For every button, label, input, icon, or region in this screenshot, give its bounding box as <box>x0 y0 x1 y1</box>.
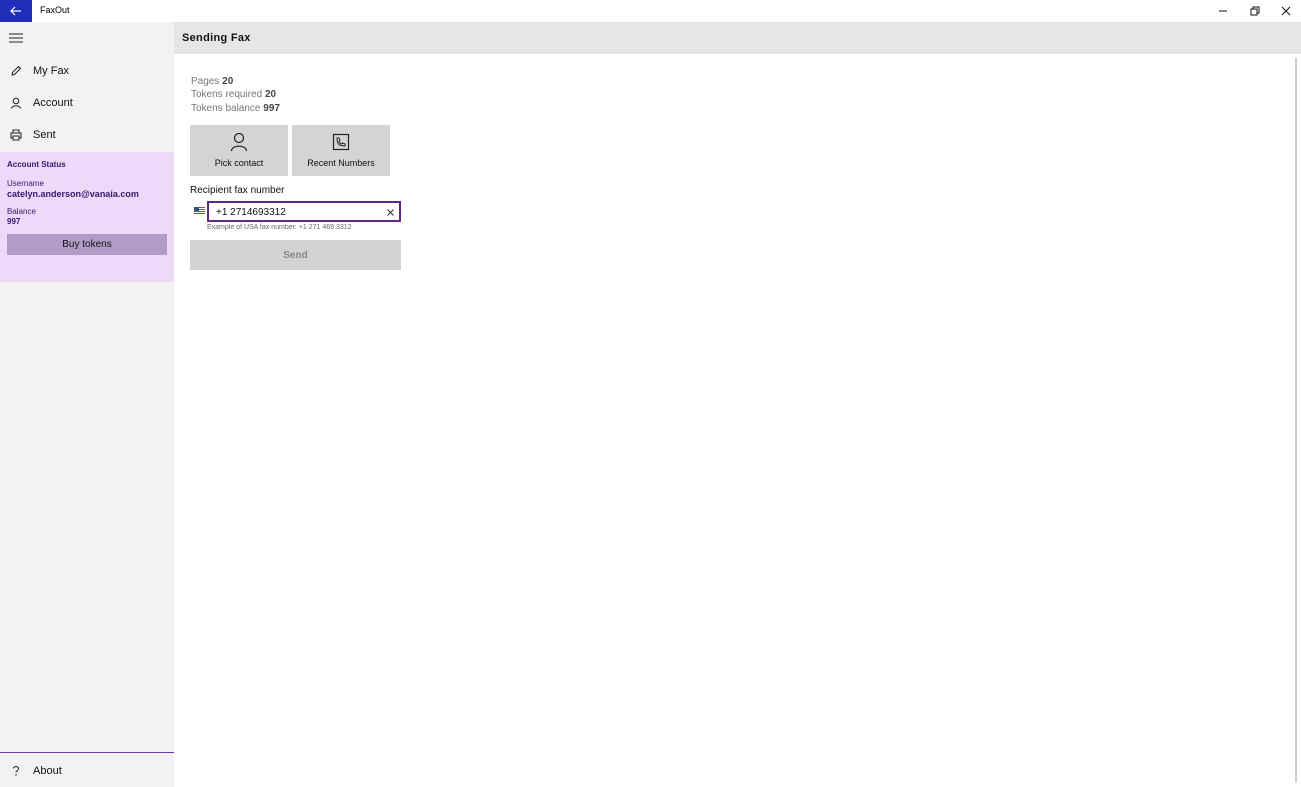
sidebar: My Fax Account Sent Account Status Usern… <box>0 22 174 787</box>
recent-numbers-label: Recent Numbers <box>307 158 375 168</box>
question-icon <box>0 755 32 787</box>
close-icon <box>1281 6 1291 16</box>
close-button[interactable] <box>1270 0 1301 22</box>
minimize-button[interactable] <box>1207 0 1239 22</box>
main-content: Sending Fax Pages 20 Tokens required 20 … <box>174 22 1301 787</box>
sidebar-item-label: Sent <box>33 129 56 141</box>
fax-example-hint: Example of USA fax number: +1 271 469 33… <box>207 224 352 231</box>
balance-label: Balance <box>7 207 36 216</box>
pages-label: Pages <box>191 76 220 87</box>
scrollbar[interactable] <box>1295 58 1297 783</box>
account-status-panel: Account Status Username catelyn.anderson… <box>0 152 174 282</box>
sidebar-item-about[interactable]: About <box>0 755 174 787</box>
page-header: Sending Fax <box>174 22 1301 54</box>
sidebar-item-label: My Fax <box>33 65 70 77</box>
page-title: Sending Fax <box>182 32 251 44</box>
balance-value: 997 <box>7 217 21 226</box>
hamburger-icon <box>9 33 23 43</box>
sidebar-item-my-fax[interactable]: My Fax <box>0 55 174 87</box>
tokens-balance-label: Tokens balance <box>191 103 261 114</box>
tokens-required-value: 20 <box>264 89 277 100</box>
sidebar-item-label: Account <box>33 97 73 109</box>
sidebar-item-account[interactable]: Account <box>0 87 174 119</box>
tokens-required-label: Tokens required <box>191 89 263 100</box>
minimize-icon <box>1219 10 1227 12</box>
sidebar-divider <box>0 752 174 753</box>
recipient-fax-label: Recipient fax number <box>190 185 285 196</box>
send-button[interactable]: Send <box>190 240 401 270</box>
tokens-required-stat: Tokens required 20 <box>191 89 276 100</box>
username-label: Username <box>7 179 44 188</box>
back-arrow-icon <box>10 6 21 16</box>
account-status-title: Account Status <box>7 160 66 169</box>
pages-stat: Pages 20 <box>191 76 233 87</box>
back-button[interactable] <box>0 0 32 22</box>
pages-value: 20 <box>222 76 234 87</box>
title-bar: FaxOut <box>0 0 1301 22</box>
recent-numbers-button[interactable]: Recent Numbers <box>292 125 390 176</box>
pick-contact-button[interactable]: Pick contact <box>190 125 288 176</box>
tokens-balance-value: 997 <box>263 103 280 114</box>
us-flag-icon[interactable] <box>194 207 205 214</box>
clear-icon <box>386 208 394 216</box>
phone-book-icon <box>331 132 351 152</box>
clear-input-button[interactable] <box>384 206 396 218</box>
sidebar-item-sent[interactable]: Sent <box>0 119 174 151</box>
fax-number-input[interactable] <box>216 205 376 219</box>
sidebar-item-label: About <box>33 765 62 777</box>
printer-icon <box>0 119 32 151</box>
username-value: catelyn.anderson@vanaia.com <box>7 189 139 199</box>
restore-icon <box>1250 6 1260 16</box>
pick-contact-label: Pick contact <box>214 158 264 168</box>
tokens-balance-stat: Tokens balance 997 <box>191 103 280 114</box>
fax-number-field[interactable] <box>207 201 401 222</box>
person-icon <box>0 87 32 119</box>
restore-button[interactable] <box>1239 0 1271 22</box>
app-title: FaxOut <box>40 5 70 15</box>
buy-tokens-button[interactable]: Buy tokens <box>7 234 167 255</box>
pencil-icon <box>0 55 32 87</box>
menu-button[interactable] <box>0 22 32 54</box>
contact-icon <box>229 132 249 152</box>
